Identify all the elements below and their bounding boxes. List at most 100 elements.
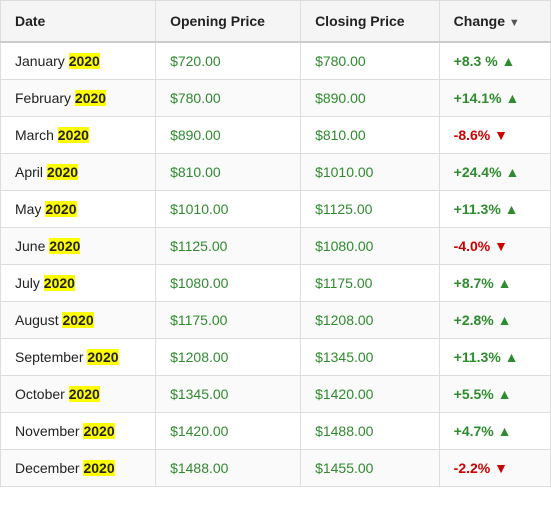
- year-badge: 2020: [69, 53, 100, 69]
- cell-opening: $1080.00: [156, 265, 301, 302]
- year-badge: 2020: [44, 275, 75, 291]
- year-badge: 2020: [49, 238, 80, 254]
- up-arrow-icon: ▲: [505, 90, 519, 106]
- cell-change: +11.3% ▲: [439, 191, 550, 228]
- change-value: +5.5%: [454, 386, 494, 402]
- cell-date: November 2020: [1, 413, 156, 450]
- year-badge: 2020: [62, 312, 93, 328]
- cell-opening: $1175.00: [156, 302, 301, 339]
- change-value: -4.0%: [454, 238, 491, 254]
- change-value: +11.3%: [454, 349, 501, 365]
- cell-change: +14.1% ▲: [439, 80, 550, 117]
- cell-date: October 2020: [1, 376, 156, 413]
- up-arrow-icon: ▲: [502, 53, 516, 69]
- up-arrow-icon: ▲: [498, 312, 512, 328]
- table-body: January 2020$720.00$780.00+8.3 % ▲Februa…: [1, 42, 551, 487]
- cell-opening: $1125.00: [156, 228, 301, 265]
- cell-closing: $1175.00: [301, 265, 440, 302]
- up-arrow-icon: ▲: [498, 423, 512, 439]
- cell-change: -4.0% ▼: [439, 228, 550, 265]
- table-row: June 2020$1125.00$1080.00-4.0% ▼: [1, 228, 551, 265]
- cell-change: -2.2% ▼: [439, 450, 550, 487]
- change-value: +4.7%: [454, 423, 494, 439]
- cell-date: January 2020: [1, 42, 156, 80]
- down-arrow-icon: ▼: [494, 460, 508, 476]
- year-badge: 2020: [87, 349, 118, 365]
- cell-change: +5.5% ▲: [439, 376, 550, 413]
- change-value: -2.2%: [454, 460, 491, 476]
- cell-date: April 2020: [1, 154, 156, 191]
- table-row: September 2020$1208.00$1345.00+11.3% ▲: [1, 339, 551, 376]
- col-header-closing: Closing Price: [301, 1, 440, 43]
- change-value: +2.8%: [454, 312, 494, 328]
- col-header-opening: Opening Price: [156, 1, 301, 43]
- table-row: March 2020$890.00$810.00-8.6% ▼: [1, 117, 551, 154]
- cell-date: March 2020: [1, 117, 156, 154]
- cell-closing: $1420.00: [301, 376, 440, 413]
- cell-closing: $1455.00: [301, 450, 440, 487]
- change-value: +24.4%: [454, 164, 502, 180]
- down-arrow-icon: ▼: [494, 238, 508, 254]
- cell-opening: $1488.00: [156, 450, 301, 487]
- cell-change: +2.8% ▲: [439, 302, 550, 339]
- year-badge: 2020: [83, 423, 114, 439]
- cell-closing: $890.00: [301, 80, 440, 117]
- cell-change: +8.3 % ▲: [439, 42, 550, 80]
- table-row: May 2020$1010.00$1125.00+11.3% ▲: [1, 191, 551, 228]
- table-row: October 2020$1345.00$1420.00+5.5% ▲: [1, 376, 551, 413]
- cell-opening: $720.00: [156, 42, 301, 80]
- year-badge: 2020: [83, 460, 114, 476]
- up-arrow-icon: ▲: [505, 164, 519, 180]
- cell-change: -8.6% ▼: [439, 117, 550, 154]
- year-badge: 2020: [47, 164, 78, 180]
- cell-opening: $1010.00: [156, 191, 301, 228]
- table-row: November 2020$1420.00$1488.00+4.7% ▲: [1, 413, 551, 450]
- price-table: Date Opening Price Closing Price Change …: [0, 0, 551, 487]
- table-row: February 2020$780.00$890.00+14.1% ▲: [1, 80, 551, 117]
- sort-icon: ▼: [509, 17, 520, 29]
- change-value: +14.1%: [454, 90, 502, 106]
- year-badge: 2020: [45, 201, 76, 217]
- up-arrow-icon: ▲: [498, 275, 512, 291]
- cell-closing: $1208.00: [301, 302, 440, 339]
- up-arrow-icon: ▲: [505, 349, 519, 365]
- table-row: April 2020$810.00$1010.00+24.4% ▲: [1, 154, 551, 191]
- cell-closing: $1488.00: [301, 413, 440, 450]
- cell-change: +4.7% ▲: [439, 413, 550, 450]
- cell-opening: $1420.00: [156, 413, 301, 450]
- cell-date: August 2020: [1, 302, 156, 339]
- cell-closing: $780.00: [301, 42, 440, 80]
- change-value: +8.7%: [454, 275, 494, 291]
- cell-change: +11.3% ▲: [439, 339, 550, 376]
- cell-date: June 2020: [1, 228, 156, 265]
- cell-opening: $780.00: [156, 80, 301, 117]
- cell-change: +24.4% ▲: [439, 154, 550, 191]
- cell-date: September 2020: [1, 339, 156, 376]
- table-row: December 2020$1488.00$1455.00-2.2% ▼: [1, 450, 551, 487]
- cell-closing: $1125.00: [301, 191, 440, 228]
- col-header-change[interactable]: Change ▼: [439, 1, 550, 43]
- cell-date: May 2020: [1, 191, 156, 228]
- table-row: January 2020$720.00$780.00+8.3 % ▲: [1, 42, 551, 80]
- table-header-row: Date Opening Price Closing Price Change …: [1, 1, 551, 43]
- cell-closing: $1010.00: [301, 154, 440, 191]
- table-row: August 2020$1175.00$1208.00+2.8% ▲: [1, 302, 551, 339]
- cell-opening: $1208.00: [156, 339, 301, 376]
- cell-opening: $890.00: [156, 117, 301, 154]
- table-row: July 2020$1080.00$1175.00 +8.7% ▲: [1, 265, 551, 302]
- cell-opening: $1345.00: [156, 376, 301, 413]
- change-value: -8.6%: [454, 127, 491, 143]
- cell-closing: $1345.00: [301, 339, 440, 376]
- cell-date: February 2020: [1, 80, 156, 117]
- year-badge: 2020: [58, 127, 89, 143]
- year-badge: 2020: [69, 386, 100, 402]
- col-header-date: Date: [1, 1, 156, 43]
- up-arrow-icon: ▲: [505, 201, 519, 217]
- cell-opening: $810.00: [156, 154, 301, 191]
- cell-closing: $1080.00: [301, 228, 440, 265]
- cell-closing: $810.00: [301, 117, 440, 154]
- cell-date: December 2020: [1, 450, 156, 487]
- cell-date: July 2020: [1, 265, 156, 302]
- down-arrow-icon: ▼: [494, 127, 508, 143]
- year-badge: 2020: [75, 90, 106, 106]
